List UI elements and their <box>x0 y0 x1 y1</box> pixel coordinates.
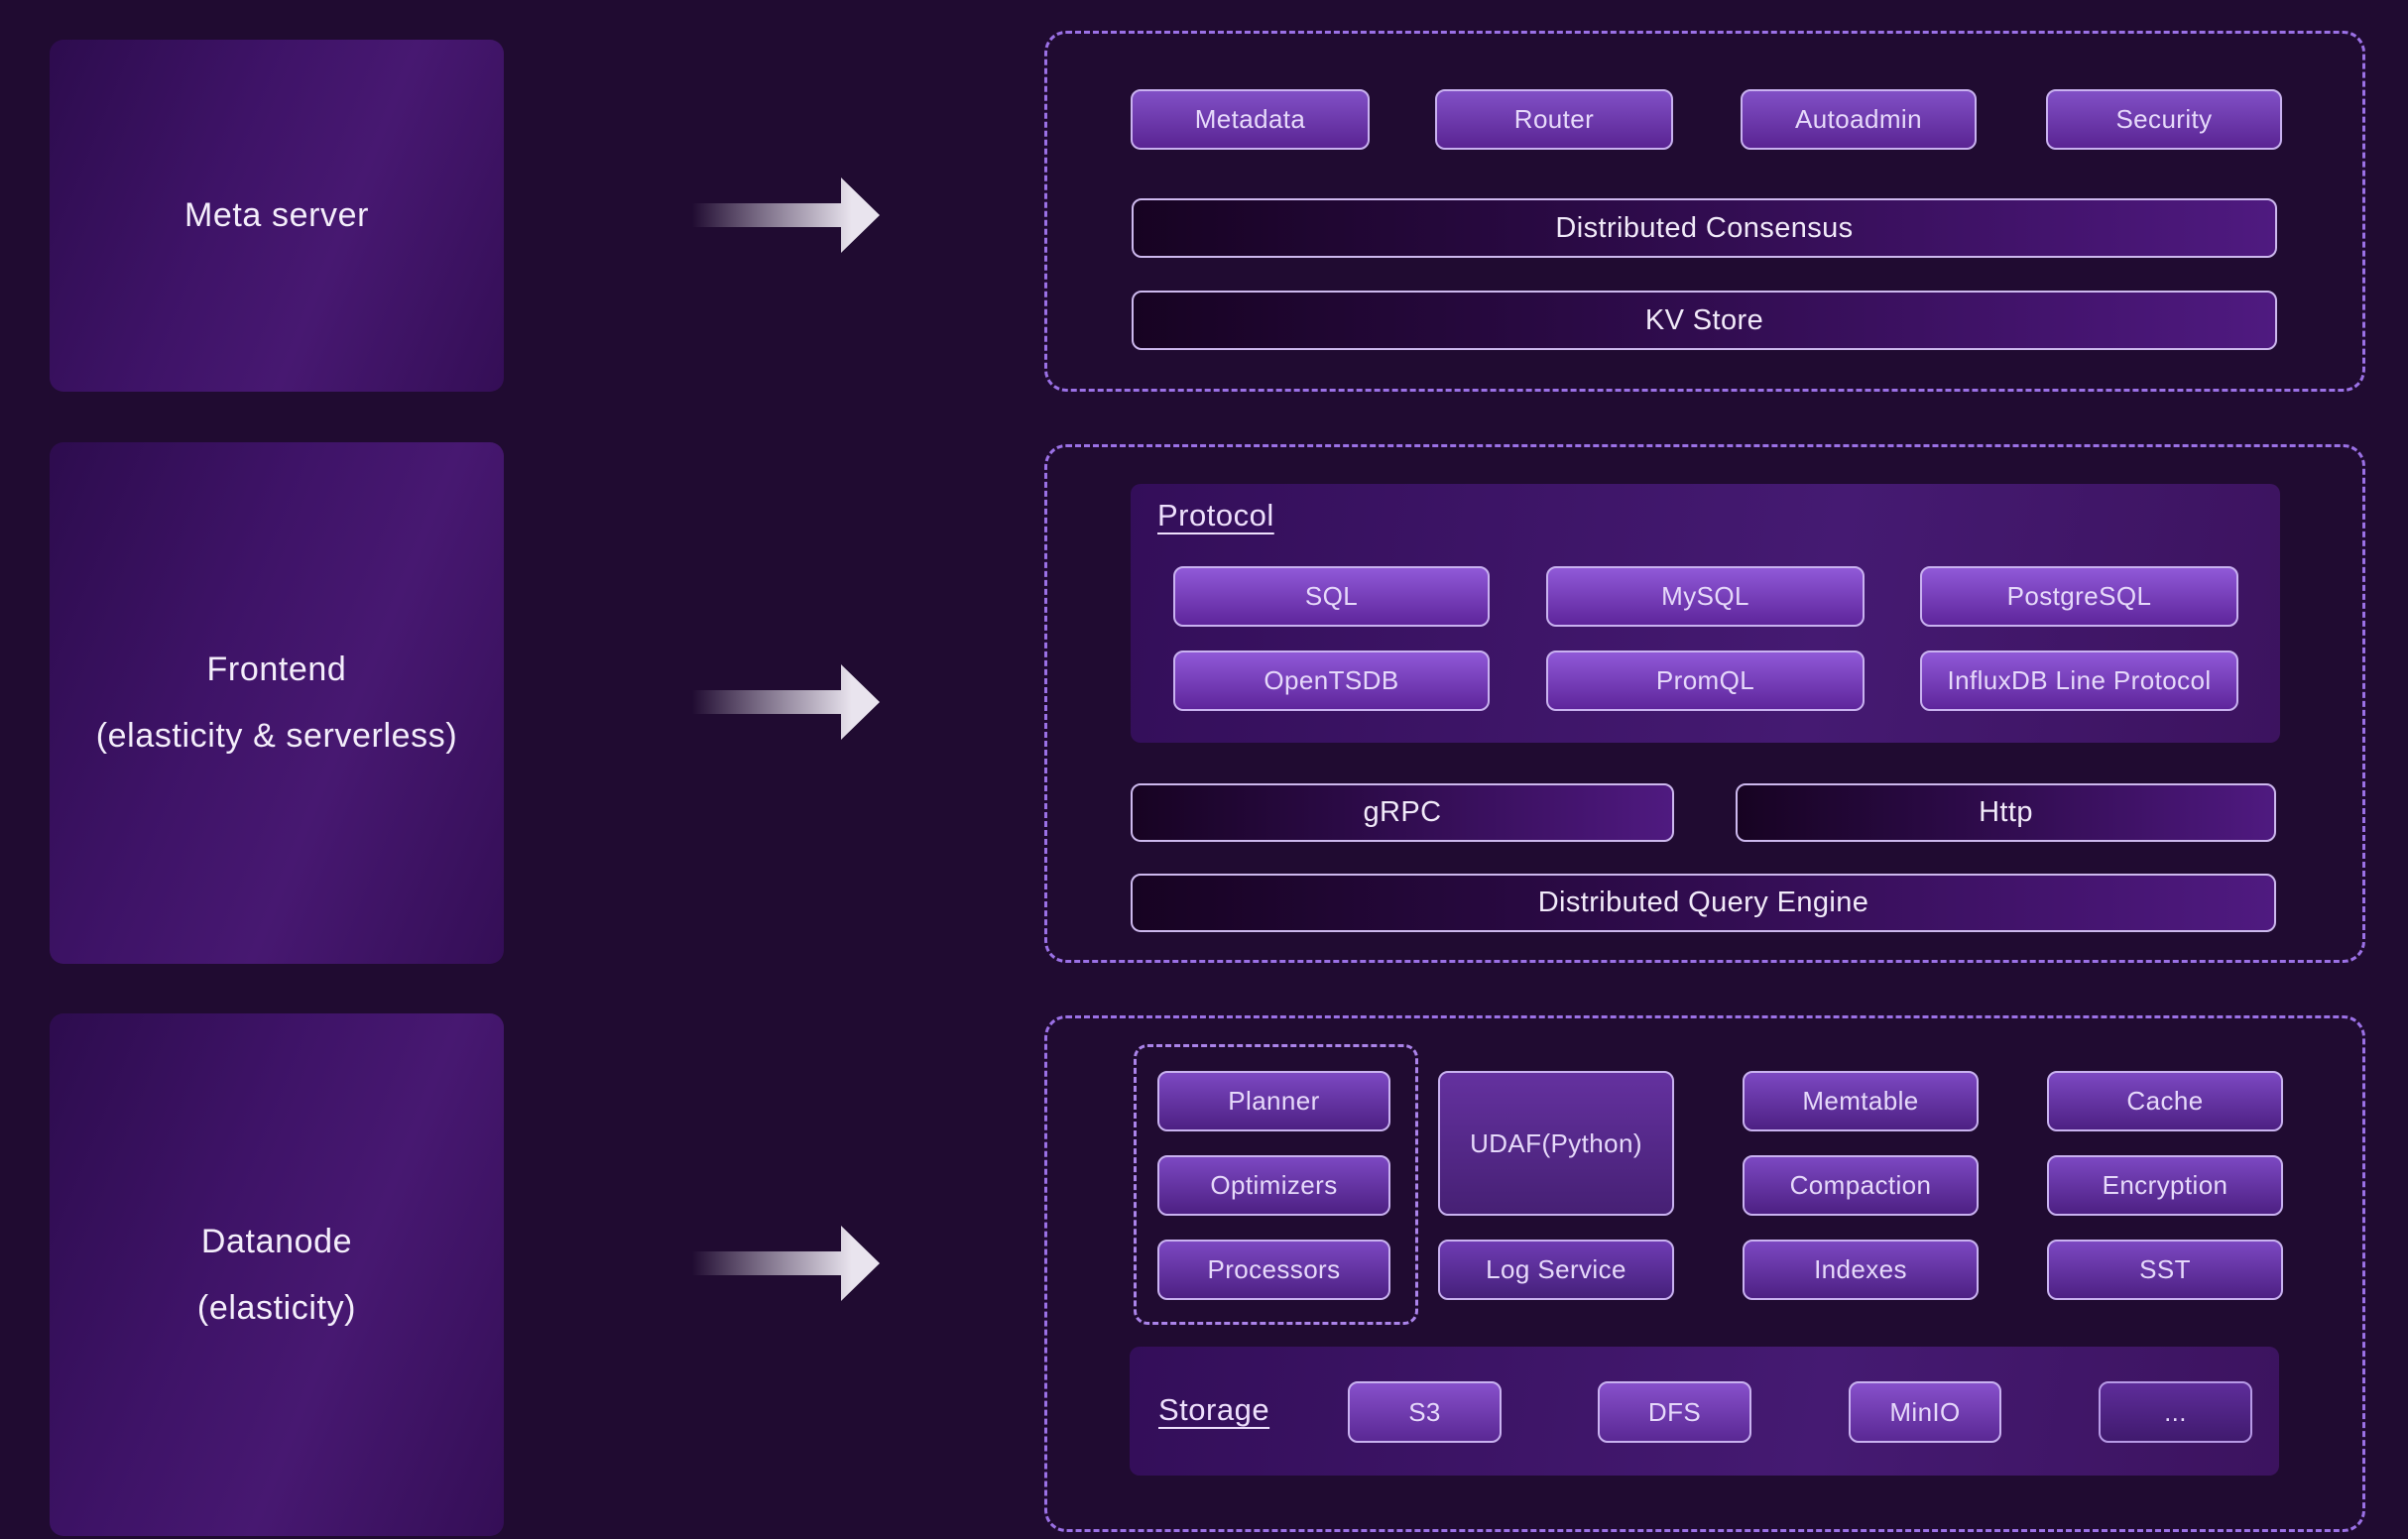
optimizers-node: Optimizers <box>1157 1155 1390 1216</box>
bar-label: gRPC <box>1364 796 1442 829</box>
memtable-node: Memtable <box>1743 1071 1979 1131</box>
storage-label: Storage <box>1158 1392 1269 1428</box>
bar-label: KV Store <box>1645 304 1763 337</box>
more-storage-node: ... <box>2099 1381 2252 1443</box>
kv-store-bar: KV Store <box>1132 291 2277 350</box>
sql-node: SQL <box>1173 566 1490 627</box>
node-label: MySQL <box>1661 581 1749 612</box>
indexes-node: Indexes <box>1743 1240 1979 1300</box>
minio-node: MinIO <box>1849 1381 2001 1443</box>
node-label: Memtable <box>1802 1086 1918 1117</box>
right-arrow-icon <box>692 662 881 742</box>
frontend-section: Protocol SQL MySQL PostgreSQL OpenTSDB P… <box>1044 444 2365 963</box>
node-label: SST <box>2139 1254 2191 1285</box>
node-label: Autoadmin <box>1795 104 1922 135</box>
box-subtitle: (elasticity & serverless) <box>96 717 458 756</box>
node-label: Security <box>2115 104 2212 135</box>
architecture-diagram: Meta server Frontend (elasticity & serve… <box>0 0 2408 1539</box>
node-label: Compaction <box>1790 1170 1932 1201</box>
promql-node: PromQL <box>1546 651 1865 711</box>
postgresql-node: PostgreSQL <box>1920 566 2238 627</box>
dfs-node: DFS <box>1598 1381 1751 1443</box>
distributed-consensus-bar: Distributed Consensus <box>1132 198 2277 258</box>
node-label: PostgreSQL <box>2007 581 2152 612</box>
node-label: MinIO <box>1889 1397 1960 1428</box>
sst-node: SST <box>2047 1240 2283 1300</box>
box-title: Frontend <box>207 651 347 689</box>
node-label: Optimizers <box>1210 1170 1337 1201</box>
node-label: ... <box>2164 1397 2187 1428</box>
box-title: Datanode <box>201 1223 352 1261</box>
node-label: Planner <box>1228 1086 1319 1117</box>
datanode-box: Datanode (elasticity) <box>50 1013 504 1536</box>
node-label: OpenTSDB <box>1264 665 1398 696</box>
box-title: Meta server <box>184 196 369 235</box>
node-label: SQL <box>1305 581 1358 612</box>
storage-panel: Storage S3 DFS MinIO ... <box>1130 1347 2279 1476</box>
opentsdb-node: OpenTSDB <box>1173 651 1490 711</box>
node-label: S3 <box>1408 1397 1441 1428</box>
router-node: Router <box>1435 89 1673 150</box>
http-bar: Http <box>1736 783 2276 842</box>
protocol-panel: Protocol SQL MySQL PostgreSQL OpenTSDB P… <box>1131 484 2280 743</box>
node-label: Router <box>1514 104 1594 135</box>
node-label: DFS <box>1648 1397 1701 1428</box>
log-service-node: Log Service <box>1438 1240 1674 1300</box>
frontend-box: Frontend (elasticity & serverless) <box>50 442 504 964</box>
node-label: Cache <box>2126 1086 2203 1117</box>
security-node: Security <box>2046 89 2282 150</box>
right-arrow-icon <box>692 176 881 255</box>
cache-node: Cache <box>2047 1071 2283 1131</box>
metadata-node: Metadata <box>1131 89 1370 150</box>
grpc-bar: gRPC <box>1131 783 1674 842</box>
bar-label: Distributed Query Engine <box>1538 887 1869 919</box>
bar-label: Distributed Consensus <box>1555 212 1853 245</box>
mysql-node: MySQL <box>1546 566 1865 627</box>
datanode-section: Planner Optimizers Processors UDAF(Pytho… <box>1044 1015 2365 1532</box>
meta-server-box: Meta server <box>50 40 504 392</box>
node-label: PromQL <box>1656 665 1754 696</box>
node-label: Processors <box>1207 1254 1340 1285</box>
node-label: Encryption <box>2103 1170 2228 1201</box>
encryption-node: Encryption <box>2047 1155 2283 1216</box>
autoadmin-node: Autoadmin <box>1741 89 1977 150</box>
compaction-node: Compaction <box>1743 1155 1979 1216</box>
udaf-python-node: UDAF(Python) <box>1438 1071 1674 1216</box>
processors-node: Processors <box>1157 1240 1390 1300</box>
node-label: Indexes <box>1814 1254 1907 1285</box>
node-label: Log Service <box>1486 1254 1626 1285</box>
planner-node: Planner <box>1157 1071 1390 1131</box>
influxdb-line-protocol-node: InfluxDB Line Protocol <box>1920 651 2238 711</box>
node-label: InfluxDB Line Protocol <box>1947 665 2211 696</box>
box-subtitle: (elasticity) <box>197 1289 356 1328</box>
protocol-label: Protocol <box>1157 498 1274 533</box>
s3-node: S3 <box>1348 1381 1502 1443</box>
right-arrow-icon <box>692 1224 881 1303</box>
node-label: Metadata <box>1195 104 1306 135</box>
distributed-query-engine-bar: Distributed Query Engine <box>1131 874 2276 932</box>
bar-label: Http <box>1979 796 2033 829</box>
node-label: UDAF(Python) <box>1470 1128 1642 1159</box>
meta-section: Metadata Router Autoadmin Security Distr… <box>1044 31 2365 392</box>
